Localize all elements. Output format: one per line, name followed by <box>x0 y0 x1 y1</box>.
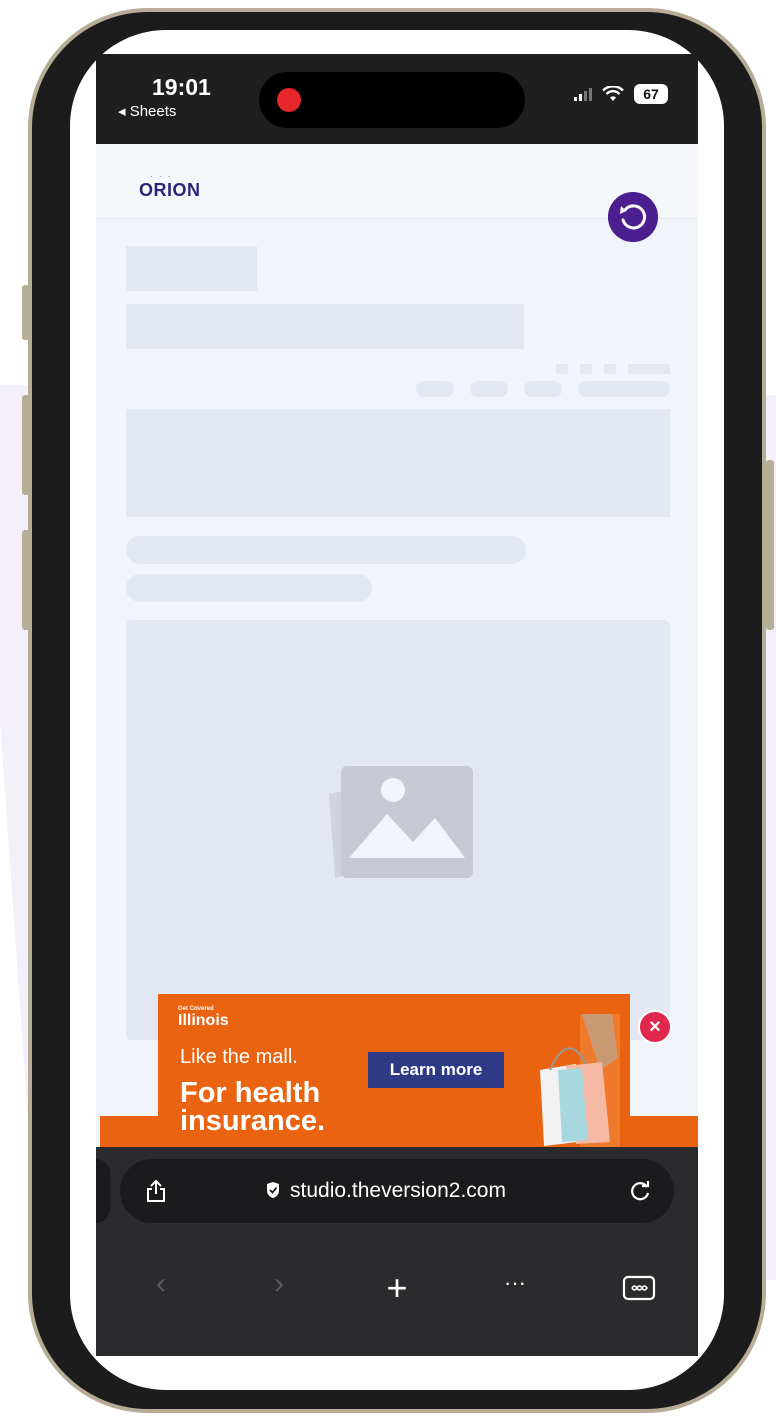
status-bar: 19:01 ◂ Sheets 67 <box>96 54 698 144</box>
skeleton-chip <box>416 381 454 397</box>
ad-headline: For health insurance. <box>180 1077 326 1137</box>
back-button[interactable]: ‹ <box>136 1267 186 1301</box>
status-time: 19:01 <box>152 74 211 100</box>
skeleton-dot <box>604 364 616 374</box>
more-menu-button[interactable]: ··· <box>490 1267 540 1299</box>
ad-learn-more-button[interactable]: Learn more <box>368 1052 504 1088</box>
skeleton-card <box>126 409 670 517</box>
skeleton-chip <box>578 381 670 397</box>
phone-volume-down <box>22 530 30 630</box>
shopping-bags-image <box>540 1014 620 1148</box>
phone-volume-up <box>22 395 30 495</box>
skeleton-block <box>126 246 257 291</box>
orion-logo[interactable]: ORION <box>139 180 201 201</box>
browser-toolbar: studio.theversion2.com ‹ › + ··· <box>96 1147 698 1356</box>
status-icons: 67 <box>574 84 668 104</box>
phone-side-button <box>22 285 30 340</box>
ad-tagline: Like the mall. <box>180 1046 298 1068</box>
app-header: · · · ORION <box>96 144 698 219</box>
skeleton-line <box>126 536 526 564</box>
ad-brand-name: Illinois <box>178 1012 229 1029</box>
image-placeholder-icon <box>329 766 473 878</box>
dynamic-island <box>259 72 525 128</box>
share-icon[interactable] <box>146 1179 166 1203</box>
new-tab-button[interactable]: + <box>372 1267 422 1309</box>
skeleton-chip <box>470 381 508 397</box>
ad-brand-logo: Get Covered Illinois <box>178 1006 229 1030</box>
url-text[interactable]: studio.theversion2.com <box>290 1179 506 1203</box>
skeleton-dot <box>628 364 670 374</box>
skeleton-dot <box>580 364 592 374</box>
skeleton-block <box>126 304 524 349</box>
ad-banner[interactable]: Get Covered Illinois Like the mall. For … <box>158 994 630 1154</box>
secure-shield-icon <box>267 1182 279 1198</box>
wifi-icon <box>602 86 624 101</box>
cellular-signal-icon <box>574 87 592 101</box>
phone-power-button <box>766 460 774 630</box>
refresh-icon[interactable] <box>608 192 658 242</box>
back-to-app-link[interactable]: ◂ Sheets <box>118 102 176 120</box>
battery-icon: 67 <box>634 84 668 104</box>
forward-button[interactable]: › <box>254 1267 304 1301</box>
skeleton-dot <box>556 364 568 374</box>
ad-close-button[interactable]: × <box>638 1010 672 1044</box>
previous-tab-stub[interactable] <box>96 1159 110 1223</box>
browser-nav: ‹ › + ··· <box>96 1267 698 1327</box>
skeleton-chip <box>524 381 562 397</box>
skeleton-line <box>126 574 372 602</box>
reload-icon[interactable] <box>628 1179 652 1203</box>
phone-screen: 19:01 ◂ Sheets 67 · · · ORION Get Covere… <box>96 54 698 1356</box>
recording-indicator-icon <box>277 88 301 112</box>
tabs-switcher-icon[interactable] <box>622 1275 656 1301</box>
address-bar[interactable]: studio.theversion2.com <box>120 1159 674 1223</box>
